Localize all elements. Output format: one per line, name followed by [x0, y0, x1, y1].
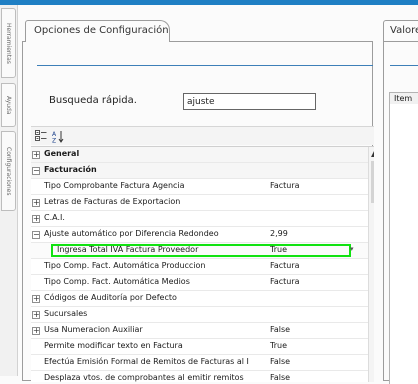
property-value: False	[270, 373, 291, 382]
tab-valores[interactable]: Valore	[383, 20, 418, 42]
tab-label: Opciones de Configuración	[34, 25, 169, 36]
property-category[interactable]: + General	[31, 147, 374, 163]
expand-icon[interactable]: +	[32, 215, 40, 223]
property-name: Tipo Comprobante Factura Agencia	[44, 181, 185, 190]
property-category[interactable]: − Facturación	[31, 163, 374, 179]
side-tab-herramientas[interactable]: Herramientas	[1, 8, 16, 78]
config-panel: Busqueda rápida. A Z +General−Facturació…	[22, 41, 374, 382]
property-name: Ajuste automático por Diferencia Redonde…	[44, 229, 219, 238]
property-row[interactable]: Tipo Comp. Fact. Automática Medios Factur…	[31, 275, 374, 291]
property-row[interactable]: + Sucursales	[31, 307, 374, 323]
vertical-scrollbar[interactable]: ▲	[368, 147, 374, 382]
window-title-bar	[0, 0, 418, 5]
values-header-divider	[390, 65, 418, 66]
search-label: Busqueda rápida.	[49, 95, 137, 106]
property-value: 2,99	[270, 229, 288, 238]
property-name: Usa Numeracion Auxiliar	[44, 325, 143, 334]
property-name: Tipo Comp. Fact. Automática Medios	[44, 277, 190, 286]
property-name: Ingresa Total IVA Factura Proveedor	[57, 245, 199, 254]
property-row[interactable]: ▾ Ingresa Total IVA Factura Proveedor True	[31, 243, 374, 259]
property-name: Letras de Facturas de Exportacion	[44, 197, 181, 206]
property-value: Factura	[270, 261, 300, 270]
property-value: True	[270, 341, 287, 350]
values-list	[389, 104, 418, 384]
side-tab-strip: Herramientas Ayuda Configuraciones	[0, 5, 18, 376]
property-rows: + General − Facturación Tipo Comprobante Fac…	[31, 147, 374, 382]
property-value: Factura	[270, 181, 300, 190]
collapse-icon[interactable]: −	[32, 231, 40, 239]
property-row[interactable]: Permite modificar texto en Factura True	[31, 339, 374, 355]
property-name: General	[44, 149, 80, 158]
property-grid: + General − Facturación Tipo Comprobante Fac…	[31, 146, 374, 382]
property-grid-toolbar: A Z	[31, 126, 374, 145]
property-value[interactable]: True	[270, 245, 287, 254]
search-input[interactable]	[183, 93, 316, 110]
property-name: Códigos de Auditoría por Defecto	[44, 293, 177, 302]
property-name: C.A.I.	[44, 213, 65, 222]
property-name: Efectúa Emisión Formal de Remitos de Fac…	[44, 357, 249, 366]
sort-az-icon[interactable]: A Z	[51, 129, 65, 143]
scroll-up-icon[interactable]: ▲	[371, 149, 374, 158]
property-row[interactable]: + C.A.I.	[31, 211, 374, 227]
expand-icon[interactable]: +	[32, 151, 40, 159]
tab-opciones-configuracion[interactable]: Opciones de Configuración	[25, 20, 170, 42]
side-tab-ayuda[interactable]: Ayuda	[1, 83, 16, 127]
property-row[interactable]: Desplaza vtos. de comprobantes al emitir…	[31, 371, 374, 382]
collapse-icon[interactable]: −	[32, 167, 40, 175]
property-row[interactable]: + Códigos de Auditoría por Defecto	[31, 291, 374, 307]
values-panel: Item	[383, 41, 418, 384]
chevron-down-icon[interactable]: ▾	[350, 245, 354, 253]
property-name: Permite modificar texto en Factura	[44, 341, 183, 350]
expand-icon[interactable]: +	[32, 199, 40, 207]
property-name: Desplaza vtos. de comprobantes al emitir…	[44, 373, 244, 382]
svg-text:Z: Z	[52, 137, 56, 143]
property-row[interactable]: + Usa Numeracion Auxiliar False	[31, 323, 374, 339]
categorized-icon[interactable]	[34, 129, 48, 143]
property-row[interactable]: Tipo Comprobante Factura Agencia Factura	[31, 179, 374, 195]
expand-icon[interactable]: +	[32, 295, 40, 303]
scroll-thumb[interactable]	[371, 161, 374, 203]
property-name: Sucursales	[44, 309, 88, 318]
property-row[interactable]: + Letras de Facturas de Exportacion	[31, 195, 374, 211]
property-row[interactable]: Efectúa Emisión Formal de Remitos de Fac…	[31, 355, 374, 371]
property-row[interactable]: Tipo Comp. Fact. Automática Produccion Fa…	[31, 259, 374, 275]
expand-icon[interactable]: +	[32, 327, 40, 335]
property-value: False	[270, 357, 291, 366]
property-row[interactable]: − Ajuste automático por Diferencia Redond…	[31, 227, 374, 243]
expand-icon[interactable]: +	[32, 311, 40, 319]
property-value: Factura	[270, 277, 300, 286]
property-value: False	[270, 325, 291, 334]
property-name: Facturación	[44, 165, 97, 174]
property-name: Tipo Comp. Fact. Automática Produccion	[44, 261, 206, 270]
tab-valores-label: Valore	[390, 25, 418, 36]
side-tab-configuraciones[interactable]: Configuraciones	[1, 131, 16, 211]
header-divider	[37, 65, 373, 66]
